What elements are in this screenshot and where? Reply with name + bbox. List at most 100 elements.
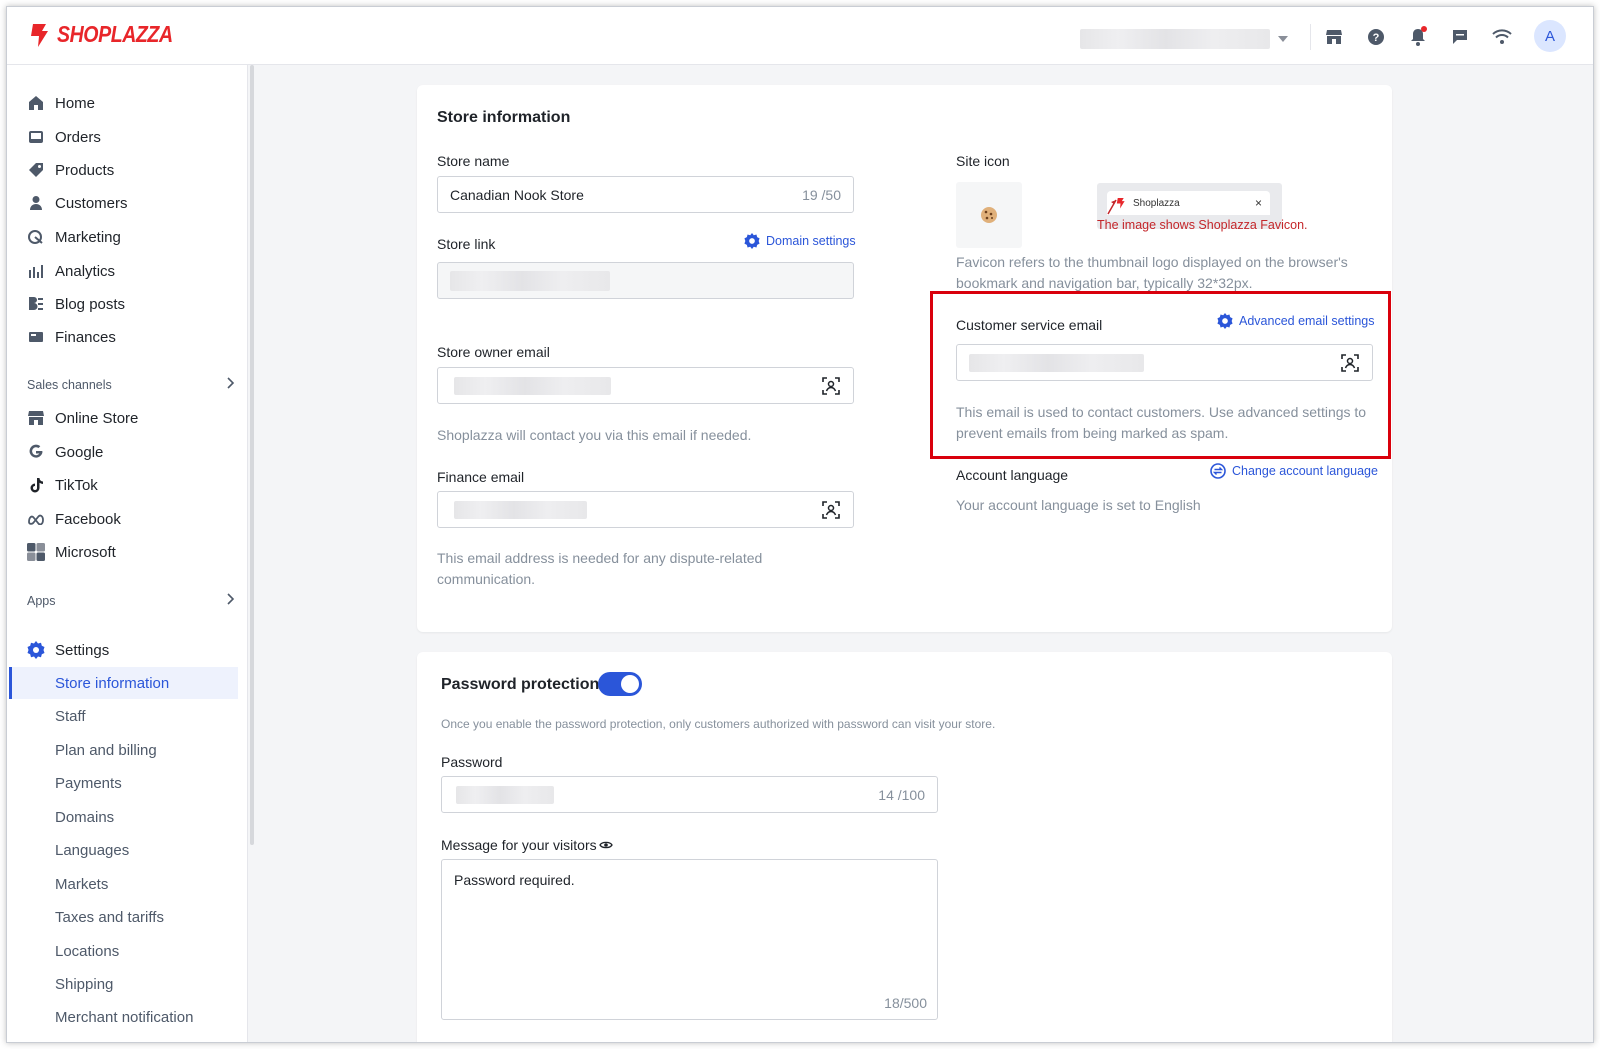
store-name-counter: 19 /50 xyxy=(802,186,841,203)
scan-user-icon[interactable] xyxy=(821,376,841,396)
password-counter: 14 /100 xyxy=(878,786,925,803)
store-name-value: Canadian Nook Store xyxy=(450,186,584,203)
password-value xyxy=(456,785,554,804)
sidebar-subitem-staff[interactable]: Staff xyxy=(55,708,86,725)
store-name-input[interactable]: Canadian Nook Store 19 /50 xyxy=(437,176,854,213)
eye-icon[interactable] xyxy=(598,840,613,850)
favicon-help: Favicon refers to the thumbnail logo dis… xyxy=(956,254,1348,291)
store-icon xyxy=(27,409,45,427)
bell-icon[interactable] xyxy=(1406,25,1430,49)
tiktok-icon xyxy=(27,476,45,494)
sidebar-item-label: Analytics xyxy=(55,262,116,280)
domain-settings-link[interactable]: Domain settings xyxy=(744,233,856,249)
finance-email-label: Finance email xyxy=(437,469,525,485)
microsoft-icon xyxy=(27,543,45,561)
sidebar-item-label: Microsoft xyxy=(55,543,116,561)
sidebar-item-label: Products xyxy=(55,161,115,179)
sidebar-item-microsoft[interactable]: Microsoft xyxy=(27,540,116,564)
sidebar-item-google[interactable]: Google xyxy=(27,440,103,464)
orders-icon xyxy=(27,128,45,146)
sidebar-item-tiktok[interactable]: TikTok xyxy=(27,473,98,497)
chevron-right-icon xyxy=(227,377,235,392)
sidebar-item-marketing[interactable]: Marketing xyxy=(27,225,121,249)
sidebar-item-label: Facebook xyxy=(55,510,121,528)
domain-settings-label: Domain settings xyxy=(766,234,856,248)
sidebar-item-blog-posts[interactable]: Blog posts xyxy=(27,292,125,316)
store-icon[interactable] xyxy=(1322,25,1346,49)
store-link-value xyxy=(450,270,610,291)
store-owner-email-value xyxy=(454,376,611,395)
store-selector[interactable] xyxy=(1080,28,1295,50)
message-value: Password required. xyxy=(454,872,575,888)
logo[interactable]: SHOPLAZZA xyxy=(27,21,193,48)
apps-header[interactable]: Apps xyxy=(27,593,235,608)
sidebar-subitem-merchant-notification[interactable]: Merchant notification xyxy=(55,1009,193,1026)
store-owner-email-input[interactable] xyxy=(437,367,854,404)
message-icon[interactable] xyxy=(1448,25,1472,49)
change-account-language-link[interactable]: Change account language xyxy=(1210,463,1378,479)
close-icon: × xyxy=(1254,196,1262,210)
help-icon[interactable]: ? xyxy=(1364,25,1388,49)
sidebar-item-label: Finances xyxy=(55,328,116,346)
store-link-input[interactable] xyxy=(437,262,854,299)
sidebar-item-label: Home xyxy=(55,94,96,112)
password-input[interactable]: 14 /100 xyxy=(441,776,938,813)
sidebar-item-label: TikTok xyxy=(55,476,98,494)
home-icon xyxy=(27,94,45,112)
password-label: Password xyxy=(441,754,503,770)
sidebar-item-finances[interactable]: Finances xyxy=(27,325,116,349)
sidebar-subitem-shipping[interactable]: Shipping xyxy=(55,976,113,993)
sidebar-item-facebook[interactable]: Facebook xyxy=(27,507,121,531)
sidebar-item-analytics[interactable]: Analytics xyxy=(27,259,115,283)
message-label: Message for your visitors xyxy=(441,837,597,853)
sidebar-subitem-markets[interactable]: Markets xyxy=(55,876,108,893)
sidebar-subitem-languages[interactable]: Languages xyxy=(55,842,129,859)
sidebar-item-online-store[interactable]: Online Store xyxy=(27,406,138,430)
sidebar-subitem-taxes-and-tariffs[interactable]: Taxes and tariffs xyxy=(55,909,164,926)
account-language-label: Account language xyxy=(956,467,1069,483)
sidebar-item-customers[interactable]: Customers xyxy=(27,191,128,215)
account-language-value: Your account language is set to English xyxy=(956,497,1201,513)
sidebar-item-label: Settings xyxy=(55,641,110,659)
password-protection-toggle[interactable] xyxy=(598,672,642,696)
chevron-down-icon xyxy=(1278,36,1288,42)
password-protection-description: Once you enable the password protection,… xyxy=(441,717,996,731)
tag-icon xyxy=(27,161,45,179)
sidebar-item-home[interactable]: Home xyxy=(27,91,95,115)
sidebar-item-orders[interactable]: Orders xyxy=(27,125,101,149)
chevron-right-icon xyxy=(227,593,235,608)
sidebar-subitem-domains[interactable]: Domains xyxy=(55,809,114,826)
finance-email-help: This email address is needed for any dis… xyxy=(437,550,763,587)
finances-icon xyxy=(27,328,45,346)
sidebar: Home Orders Products Customers Marketing… xyxy=(7,65,248,1042)
message-textarea[interactable]: Password required. 18/500 xyxy=(441,859,938,1020)
sidebar-subitem-locations[interactable]: Locations xyxy=(55,943,119,960)
store-owner-email-help: Shoplazza will contact you via this emai… xyxy=(437,427,752,443)
sidebar-item-label: Customers xyxy=(55,194,128,212)
message-label-row: Message for your visitors xyxy=(441,837,613,853)
site-icon-label: Site icon xyxy=(956,153,1010,169)
sidebar-subitem-plan-and-billing[interactable]: Plan and billing xyxy=(55,742,157,759)
divider xyxy=(1310,24,1311,50)
avatar[interactable]: A xyxy=(1534,20,1566,52)
finance-email-input[interactable] xyxy=(437,491,854,528)
wifi-icon[interactable] xyxy=(1490,25,1514,49)
apps-label: Apps xyxy=(27,593,56,608)
arrow-icon xyxy=(1107,199,1117,215)
card-title: Store information xyxy=(437,109,571,126)
sidebar-item-settings[interactable]: Settings xyxy=(27,638,109,662)
notification-dot xyxy=(1421,26,1427,32)
sidebar-scrollbar[interactable] xyxy=(250,65,254,845)
sidebar-subitem-payments[interactable]: Payments xyxy=(55,775,122,792)
scan-user-icon[interactable] xyxy=(821,500,841,520)
app-window: SHOPLAZZA ? A Home Orders Products Custo… xyxy=(6,6,1594,1043)
store-selector-value xyxy=(1080,29,1270,49)
site-icon-upload[interactable] xyxy=(956,182,1022,248)
sales-channels-header[interactable]: Sales channels xyxy=(27,377,235,392)
highlight-box xyxy=(930,291,1391,459)
favicon-tab-title: Shoplazza xyxy=(1133,197,1180,209)
sidebar-item-label: Orders xyxy=(55,128,101,146)
meta-icon xyxy=(27,510,45,528)
sidebar-item-products[interactable]: Products xyxy=(27,158,114,182)
swap-icon xyxy=(1210,463,1226,479)
